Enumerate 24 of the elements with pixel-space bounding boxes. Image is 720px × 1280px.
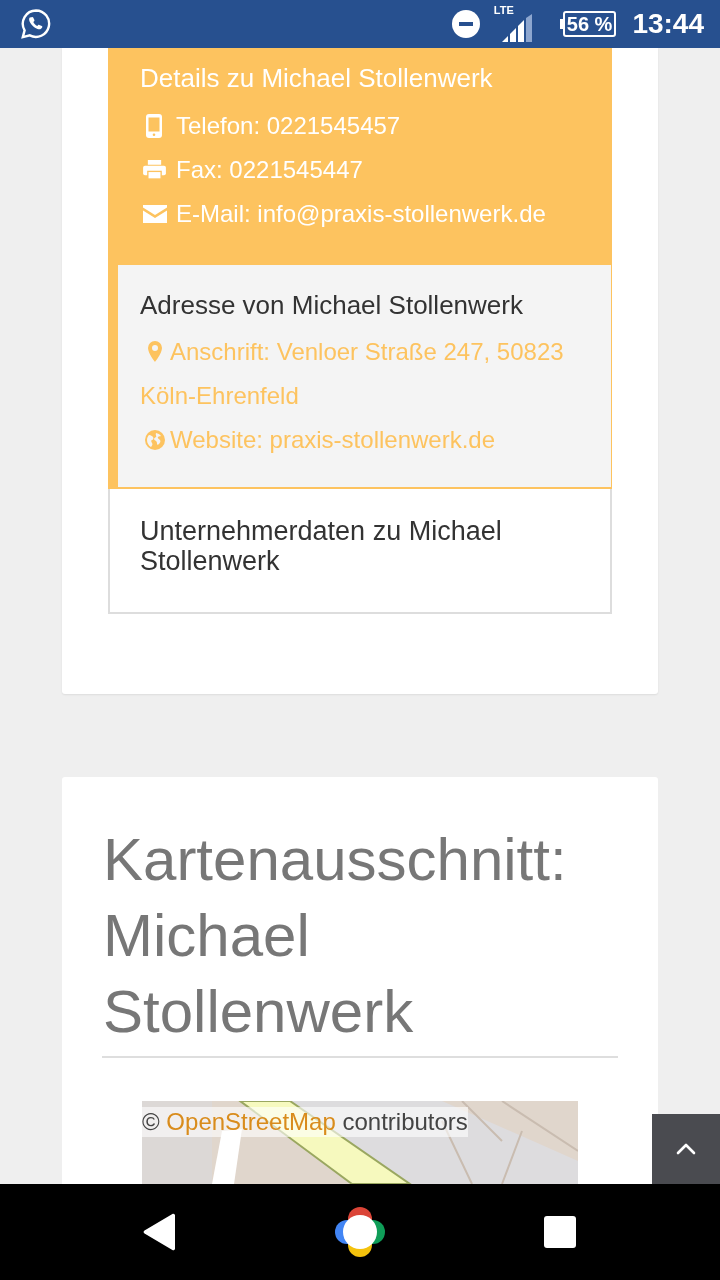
mobile-phone-icon	[146, 114, 162, 138]
printer-icon	[143, 160, 166, 179]
network-type: LTE	[493, 5, 514, 16]
home-icon[interactable]	[335, 1207, 385, 1257]
contact-detail: Fax: 0221545447	[176, 155, 363, 185]
map-pin-icon	[148, 341, 162, 362]
map-heading: Kartenausschnitt: Michael Stollenwerk	[103, 825, 568, 1047]
globe-icon	[145, 430, 165, 450]
openstreetmap-link[interactable]: OpenStreetMap	[166, 1108, 336, 1135]
envelope-icon	[143, 205, 167, 223]
minus-circle-icon	[451, 10, 480, 38]
contact-detail: E-Mail: info@praxis-stollenwerk.de	[176, 199, 546, 229]
battery-indicator: 56 %	[559, 11, 617, 37]
panel-title[interactable]: Details zu Michael Stollenwerk	[140, 58, 493, 98]
contact-detail[interactable]: Website: praxis-stollenwerk.de	[170, 418, 496, 462]
chevron-up-icon	[676, 1143, 696, 1155]
clock: 13:44	[632, 8, 704, 40]
panel-title[interactable]: Adresse von Michael Stollenwerk	[140, 285, 523, 325]
contact-detail: Telefon: 0221545457	[176, 111, 401, 141]
panel-title[interactable]: Unternehmerdaten zu Michael Stollenwerk	[140, 516, 578, 576]
signal-icon	[501, 14, 532, 42]
contact-detail[interactable]: Anschrift: Venloer Straße 247, 50823 Köln-Ehrenfeld	[140, 330, 579, 418]
phone-bubble-icon	[20, 8, 52, 40]
back-icon[interactable]	[143, 1213, 177, 1251]
